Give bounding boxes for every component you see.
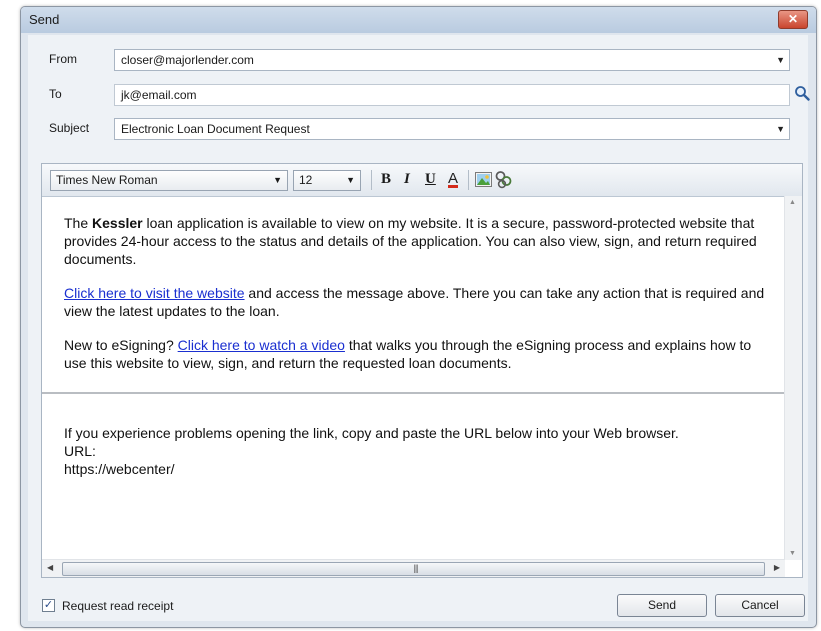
url-text: https://webcenter/ [64,461,175,477]
chevron-down-icon: ▼ [273,175,282,185]
paragraph: New to eSigning? Click here to watch a v… [64,336,775,372]
search-icon[interactable] [794,85,810,101]
format-toolbar: Times New Roman ▼ 12 ▼ B I U A [42,164,802,197]
close-button[interactable]: ✕ [778,10,808,29]
dialog-body: From closer@majorlender.com ▼ To jk@emai… [28,35,810,621]
message-body[interactable]: The Kessler loan application is availabl… [42,196,785,560]
chevron-down-icon: ▼ [346,175,355,185]
font-size-select[interactable]: 12 ▼ [293,170,361,191]
insert-image-icon[interactable] [475,172,492,187]
bold-button[interactable]: B [381,172,391,187]
message-editor: Times New Roman ▼ 12 ▼ B I U A The Kessl… [41,163,803,578]
horizontal-scrollbar[interactable]: ◀ ||| ▶ [42,559,785,577]
title-bar: Send ✕ [21,7,816,33]
subject-dropdown[interactable]: Electronic Loan Document Request ▼ [114,118,790,140]
font-family-value: Times New Roman [56,173,158,187]
chevron-down-icon[interactable]: ▼ [776,50,785,70]
video-link[interactable]: Click here to watch a video [178,337,345,353]
close-icon: ✕ [787,12,799,26]
toolbar-divider [468,170,469,190]
subject-label: Subject [49,121,90,135]
cancel-button[interactable]: Cancel [715,594,805,617]
text-span: The [64,215,93,231]
scroll-left-icon[interactable]: ◀ [47,563,53,572]
text-span: New to eSigning? [64,337,178,353]
vertical-scrollbar[interactable]: ▲ ▼ [784,196,802,560]
toolbar-divider [371,170,372,190]
chevron-down-icon[interactable]: ▼ [776,119,785,139]
text-span: If you experience problems opening the l… [64,425,679,441]
from-label: From [49,52,77,66]
from-dropdown[interactable]: closer@majorlender.com ▼ [114,49,790,71]
font-family-select[interactable]: Times New Roman ▼ [50,170,288,191]
borrower-name: Kessler [92,215,143,231]
font-color-button[interactable]: A [448,171,459,188]
font-size-value: 12 [299,173,313,187]
checkmark-icon: ✓ [43,599,54,611]
read-receipt-label: Request read receipt [62,599,174,613]
send-dialog: Send ✕ From closer@majorlender.com ▼ To … [20,6,817,628]
paragraph: The Kessler loan application is availabl… [64,214,775,268]
grip-icon: ||| [413,563,419,573]
underline-button[interactable]: U [425,172,436,187]
to-value: jk@email.com [121,88,197,102]
send-button[interactable]: Send [617,594,707,617]
paragraph: If you experience problems opening the l… [64,424,775,442]
from-value: closer@majorlender.com [121,53,254,67]
italic-button[interactable]: I [404,172,410,187]
window-title: Send [29,12,60,27]
scroll-up-icon[interactable]: ▲ [789,199,796,206]
url-label: URL: [64,443,96,459]
to-input[interactable]: jk@email.com [114,84,790,106]
scroll-thumb[interactable]: ||| [62,562,765,576]
read-receipt-checkbox[interactable]: ✓ [42,599,55,612]
subject-value: Electronic Loan Document Request [121,122,310,136]
website-link[interactable]: Click here to visit the website [64,285,245,301]
scroll-right-icon[interactable]: ▶ [774,563,780,572]
insert-link-icon[interactable] [495,170,514,189]
paragraph: Click here to visit the website and acce… [64,284,775,320]
divider [42,392,785,394]
text-span: loan application is available to view on… [64,215,757,267]
to-label: To [49,87,62,101]
scroll-down-icon[interactable]: ▼ [789,550,796,557]
